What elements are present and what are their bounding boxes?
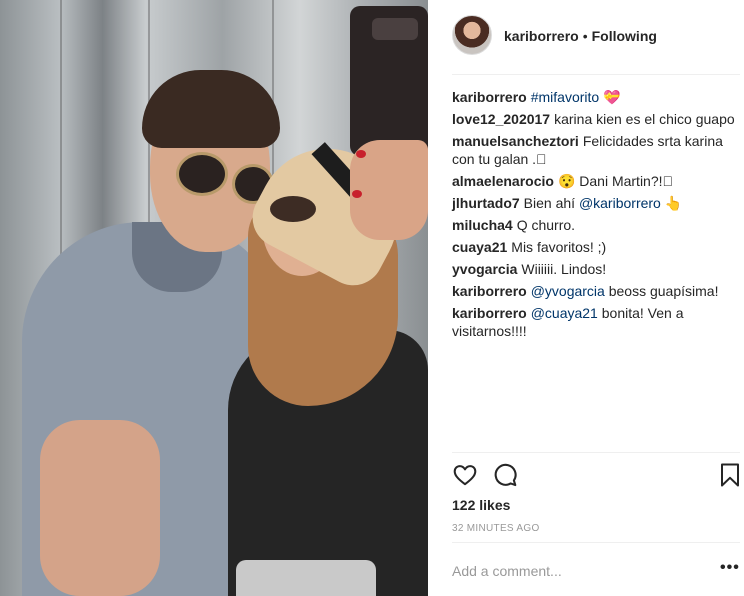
woman-sunglasses [270,196,316,222]
comment-link[interactable]: @yvogarcia [531,283,605,299]
comment-bubble-icon[interactable] [492,462,518,493]
avatar[interactable] [452,15,492,55]
action-bar [452,462,744,490]
comment-author[interactable]: milucha4 [452,217,513,233]
comment-author[interactable]: kariborrero [452,305,527,321]
post-header: kariborrero • Following [428,0,744,74]
comment-item: cuaya21 Mis favoritos! ;) [452,238,742,256]
post-photo[interactable] [0,0,428,596]
phone-camera [372,18,418,40]
comment-text: 👆 [660,195,683,211]
comment-item: love12_202017 karina kien es el chico gua… [452,110,742,128]
comment-text: Wiiiiii. Lindos! [521,261,607,277]
separator-dot: • [582,28,588,44]
comment-author[interactable]: jlhurtado7 [452,195,520,211]
header-divider [452,74,740,75]
likes-count[interactable]: 122 likes [452,497,510,513]
more-options-icon[interactable]: ••• [720,559,740,577]
heart-icon[interactable] [452,462,478,493]
bookmark-icon[interactable] [718,462,742,493]
comment-link[interactable]: @cuaya21 [531,305,598,321]
comment-text: Q churro. [516,217,576,233]
comment-item: yvogarcia Wiiiiii. Lindos! [452,260,742,278]
header-username[interactable]: kariborrero [504,28,579,44]
man-arm [40,420,160,596]
nail [352,190,362,198]
comment-item: jlhurtado7 Bien ahí @kariborrero 👆 [452,194,742,212]
comment-author[interactable]: kariborrero [452,283,527,299]
comment-text: beoss guapísima! [604,283,719,299]
comment-text: Bien ahí [523,195,579,211]
following-button[interactable]: Following [592,28,657,44]
jeans [236,560,376,596]
comment-item: manuelsancheztori Felicidades srta karina… [452,132,742,168]
comment-text: 😯 Dani Martin?!🏻 [557,173,674,189]
comment-text: Mis favoritos! ;) [511,239,607,255]
comment-item: kariborrero @cuaya21 bonita! Ven a visita… [452,304,742,340]
comment-link[interactable]: @kariborrero [579,195,661,211]
comment-box-divider [452,542,740,543]
comment-text: 💝 [599,89,621,105]
sunglasses-lens [176,152,228,196]
comments-list: kariborrero #mifavorito 💝 love12_202017 kar… [452,88,742,344]
comment-author[interactable]: kariborrero [452,89,527,105]
comment-link[interactable]: #mifavorito [531,89,599,105]
header-user-line: kariborrero • Following [504,28,657,44]
nail [356,150,366,158]
comment-author[interactable]: manuelsancheztori [452,133,579,149]
comment-author[interactable]: love12_202017 [452,111,550,127]
comments-divider [452,452,740,453]
man-hair [142,70,280,148]
post-timestamp[interactable]: 32 MINUTES AGO [452,523,540,534]
comment-item: kariborrero @yvogarcia beoss guapísima! [452,282,742,300]
comment-text: karina kien es el chico guapo [554,111,735,127]
comment-item: almaelenarocio 😯 Dani Martin?!🏻 [452,172,742,190]
comment-author[interactable]: cuaya21 [452,239,507,255]
add-comment-input[interactable] [452,560,672,582]
comment-author[interactable]: almaelenarocio [452,173,554,189]
comment-item: milucha4 Q churro. [452,216,742,234]
comment-item: kariborrero #mifavorito 💝 [452,88,742,106]
post-sidebar: kariborrero • Following kariborrero #mifavo… [428,0,744,596]
comment-author[interactable]: yvogarcia [452,261,517,277]
